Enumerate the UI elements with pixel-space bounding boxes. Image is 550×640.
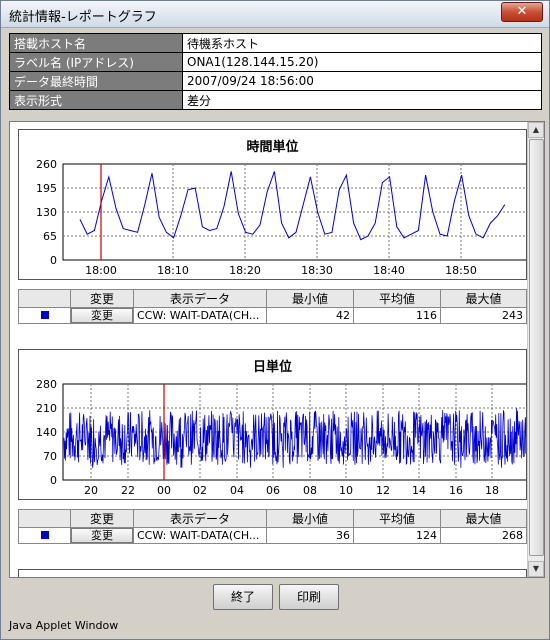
x-tick-label: 22 [121, 484, 135, 497]
max-value-cell: 243 [440, 307, 527, 324]
x-tick-label: 16 [449, 484, 463, 497]
series-color-swatch [40, 531, 49, 539]
vertical-scrollbar[interactable]: ▲ ▼ [527, 122, 544, 577]
next-chart-panel [18, 569, 527, 577]
x-tick-label: 18:50 [445, 264, 477, 277]
y-tick-label: 0 [50, 474, 57, 487]
avg-value-cell: 116 [353, 307, 441, 324]
display-format-value: 差分 [182, 90, 542, 110]
x-tick-label: 18 [485, 484, 499, 497]
x-tick-label: 18:00 [85, 264, 117, 277]
info-row: 表示形式 差分 [9, 90, 542, 110]
label-name-value: ONA1(128.144.15.20) [182, 52, 542, 72]
min-value-cell: 42 [266, 307, 354, 324]
graph-scroll-pane[interactable]: 時間単位 0 65 130 195 260 18:00 18:10 18:20 18:30 18:… [9, 121, 545, 578]
max-value-cell: 268 [440, 527, 527, 544]
min-value-cell: 36 [266, 527, 354, 544]
print-button[interactable]: 印刷 [279, 584, 339, 610]
x-tick-label: 14 [412, 484, 426, 497]
y-tick-label: 195 [36, 182, 57, 195]
table-row: 変更 CCW: WAIT-DATA(CH... 42 116 243 [18, 307, 527, 324]
stats-header-display: 表示データ [133, 509, 267, 528]
x-tick-label: 10 [339, 484, 353, 497]
series-color-cell [18, 307, 71, 324]
y-tick-label: 210 [36, 402, 57, 415]
y-tick-label: 260 [36, 158, 57, 171]
host-name-label: 搭載ホスト名 [9, 33, 183, 53]
host-name-value: 待機系ホスト [182, 33, 542, 53]
scroll-thumb[interactable] [529, 139, 544, 556]
label-name-label: ラベル名 (IPアドレス) [9, 52, 183, 72]
hourly-stats-table: 変更 表示データ 最小値 平均値 最大値 変更 CCW: WAIT-DATA(C… [18, 289, 527, 324]
hourly-chart-panel: 時間単位 0 65 130 195 260 18:00 18:10 18:20 18:30 18:… [18, 129, 533, 280]
applet-window: 統計情報-レポートグラフ ✕ 搭載ホスト名 待機系ホスト ラベル名 (IPアドレ… [0, 0, 550, 640]
x-tick-label: 18:30 [301, 264, 333, 277]
x-tick-label: 18:10 [157, 264, 189, 277]
window-title: 統計情報-レポートグラフ [9, 10, 157, 25]
hourly-chart-title: 時間単位 [246, 140, 299, 155]
x-tick-label: 00 [157, 484, 171, 497]
y-tick-label: 130 [36, 206, 57, 219]
series-color-cell [18, 527, 71, 544]
host-info-table: 搭載ホスト名 待機系ホスト ラベル名 (IPアドレス) ONA1(128.144… [9, 33, 542, 110]
info-row: データ最終時間 2007/09/24 18:56:00 [9, 71, 542, 91]
stats-header-min: 最小値 [266, 289, 354, 308]
close-window-button[interactable]: ✕ [501, 2, 543, 22]
x-tick-label: 12 [376, 484, 390, 497]
x-tick-label: 20 [84, 484, 98, 497]
stats-header-blank [18, 509, 71, 528]
stats-header-avg: 平均値 [353, 509, 441, 528]
x-tick-label: 18:40 [373, 264, 405, 277]
stats-header-blank [18, 289, 71, 308]
daily-chart-title: 日単位 [252, 360, 292, 375]
y-tick-label: 0 [50, 254, 57, 267]
series-color-swatch [40, 311, 49, 319]
last-data-time-value: 2007/09/24 18:56:00 [182, 71, 542, 91]
change-series-button[interactable]: 変更 [71, 308, 133, 323]
table-row: 変更 CCW: WAIT-DATA(CH... 36 124 268 [18, 527, 527, 544]
stats-header-change: 変更 [70, 289, 134, 308]
daily-chart-panel: 日単位 0 70 140 210 280 20 22 00 02 04 06 08 10 12 14 16 18 [18, 349, 533, 500]
x-tick-label: 18:20 [229, 264, 261, 277]
avg-value-cell: 124 [353, 527, 441, 544]
x-tick-label: 06 [266, 484, 280, 497]
y-tick-label: 140 [36, 426, 57, 439]
stats-header-display: 表示データ [133, 289, 267, 308]
change-series-button[interactable]: 変更 [71, 528, 133, 543]
last-data-time-label: データ最終時間 [9, 71, 183, 91]
stats-header-avg: 平均値 [353, 289, 441, 308]
scroll-down-icon[interactable]: ▼ [528, 561, 544, 577]
title-bar[interactable]: 統計情報-レポートグラフ ✕ [1, 1, 549, 28]
x-tick-label: 04 [230, 484, 244, 497]
display-data-cell: CCW: WAIT-DATA(CH... [133, 307, 267, 324]
info-row: 搭載ホスト名 待機系ホスト [9, 33, 542, 53]
x-tick-label: 08 [303, 484, 317, 497]
display-format-label: 表示形式 [9, 90, 183, 110]
daily-stats-table: 変更 表示データ 最小値 平均値 最大値 変更 CCW: WAIT-DATA(C… [18, 509, 527, 544]
stats-header-min: 最小値 [266, 509, 354, 528]
stats-header-change: 変更 [70, 509, 134, 528]
y-tick-label: 70 [43, 450, 57, 463]
y-tick-label: 280 [36, 378, 57, 391]
y-tick-label: 65 [43, 230, 57, 243]
close-button[interactable]: 終了 [213, 584, 273, 610]
applet-footer: Java Applet Window [9, 619, 119, 632]
change-cell: 変更 [70, 527, 134, 544]
display-data-cell: CCW: WAIT-DATA(CH... [133, 527, 267, 544]
scroll-up-icon[interactable]: ▲ [528, 122, 544, 138]
x-tick-label: 02 [193, 484, 207, 497]
stats-header-max: 最大値 [440, 509, 527, 528]
stats-header-max: 最大値 [440, 289, 527, 308]
info-row: ラベル名 (IPアドレス) ONA1(128.144.15.20) [9, 52, 542, 72]
change-cell: 変更 [70, 307, 134, 324]
